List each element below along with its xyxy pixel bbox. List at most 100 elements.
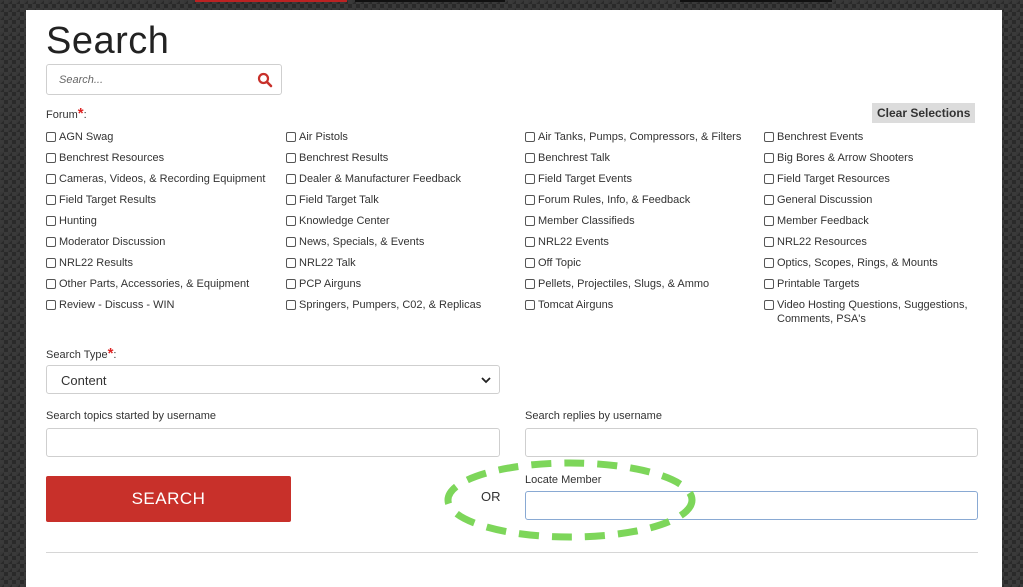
checkbox[interactable] (764, 132, 774, 142)
checkbox[interactable] (525, 174, 535, 184)
checkbox[interactable] (286, 174, 296, 184)
checkbox[interactable] (46, 195, 56, 205)
forum-option-label: NRL22 Resources (777, 236, 867, 248)
checkbox[interactable] (764, 153, 774, 163)
forum-option-label: Video Hosting Questions, Suggestions, Co… (777, 299, 968, 325)
search-icon[interactable] (257, 72, 273, 88)
forum-option-label: Member Feedback (777, 215, 869, 227)
forum-checkbox-item[interactable]: PCP Airguns (286, 277, 361, 291)
search-type-label-wrap: Search Type*: (46, 345, 117, 362)
forum-checkbox-item[interactable]: Member Feedback (764, 214, 974, 228)
forum-checkbox-item[interactable]: NRL22 Talk (286, 256, 356, 270)
or-separator: OR (481, 489, 501, 504)
checkbox[interactable] (286, 300, 296, 310)
forum-checkbox-item[interactable]: NRL22 Resources (764, 235, 974, 249)
forum-option-label: Springers, Pumpers, C02, & Replicas (299, 299, 482, 311)
replies-username-input[interactable] (525, 428, 978, 457)
forum-checkbox-item[interactable]: Hunting (46, 214, 97, 228)
forum-checkbox-item[interactable]: Cameras, Videos, & Recording Equipment (46, 172, 265, 186)
forum-checkbox-item[interactable]: Benchrest Talk (525, 151, 610, 165)
forum-checkbox-item[interactable]: Member Classifieds (525, 214, 635, 228)
forum-checkbox-item[interactable]: Benchrest Results (286, 151, 388, 165)
checkbox[interactable] (286, 237, 296, 247)
forum-checkbox-item[interactable]: NRL22 Results (46, 256, 133, 270)
forum-checkbox-item[interactable]: NRL22 Events (525, 235, 609, 249)
checkbox[interactable] (525, 300, 535, 310)
forum-option-label: General Discussion (777, 194, 873, 206)
checkbox[interactable] (286, 153, 296, 163)
forum-label-wrap: Forum*: (46, 105, 87, 122)
divider (46, 552, 978, 553)
checkbox[interactable] (764, 258, 774, 268)
forum-checkbox-item[interactable]: Benchrest Events (764, 130, 974, 144)
forum-checkbox-item[interactable]: Optics, Scopes, Rings, & Mounts (764, 256, 974, 270)
checkbox[interactable] (764, 216, 774, 226)
forum-checkbox-item[interactable]: News, Specials, & Events (286, 235, 424, 249)
topics-username-input[interactable] (46, 428, 500, 457)
checkbox[interactable] (525, 258, 535, 268)
forum-checkbox-item[interactable]: Field Target Resources (764, 172, 974, 186)
checkbox[interactable] (525, 195, 535, 205)
search-type-label: Search Type (46, 349, 108, 361)
forum-checkbox-item[interactable]: General Discussion (764, 193, 974, 207)
chevron-down-icon (481, 377, 491, 384)
checkbox[interactable] (46, 237, 56, 247)
checkbox[interactable] (525, 237, 535, 247)
search-input[interactable] (57, 71, 247, 89)
forum-checkbox-item[interactable]: Springers, Pumpers, C02, & Replicas (286, 298, 481, 312)
checkbox[interactable] (46, 279, 56, 289)
checkbox[interactable] (525, 153, 535, 163)
checkbox[interactable] (286, 195, 296, 205)
forum-checkbox-item[interactable]: Field Target Results (46, 193, 156, 207)
checkbox[interactable] (525, 279, 535, 289)
search-button[interactable]: SEARCH (46, 476, 291, 522)
search-type-select[interactable]: Content (46, 365, 500, 394)
checkbox[interactable] (525, 132, 535, 142)
forum-checkbox-item[interactable]: Field Target Talk (286, 193, 379, 207)
checkbox[interactable] (764, 279, 774, 289)
forum-checkbox-item[interactable]: Other Parts, Accessories, & Equipment (46, 277, 249, 291)
forum-checkbox-item[interactable]: Pellets, Projectiles, Slugs, & Ammo (525, 277, 709, 291)
checkbox[interactable] (286, 279, 296, 289)
forum-option-label: Optics, Scopes, Rings, & Mounts (777, 257, 938, 269)
top-nav-fragment (680, 0, 832, 2)
locate-member-input[interactable] (525, 491, 978, 520)
checkbox[interactable] (764, 237, 774, 247)
checkbox[interactable] (764, 195, 774, 205)
checkbox[interactable] (46, 258, 56, 268)
search-type-value: Content (61, 373, 107, 388)
forum-checkbox-item[interactable]: Off Topic (525, 256, 581, 270)
forum-checkbox-item[interactable]: Moderator Discussion (46, 235, 165, 249)
forum-checkbox-item[interactable]: Air Pistols (286, 130, 348, 144)
checkbox[interactable] (286, 258, 296, 268)
checkbox[interactable] (46, 300, 56, 310)
forum-checkbox-item[interactable]: Big Bores & Arrow Shooters (764, 151, 974, 165)
forum-option-label: News, Specials, & Events (299, 236, 425, 248)
forum-checkbox-item[interactable]: Benchrest Resources (46, 151, 164, 165)
checkbox[interactable] (764, 300, 774, 310)
forum-option-label: Forum Rules, Info, & Feedback (538, 194, 691, 206)
forum-checkbox-item[interactable]: Field Target Events (525, 172, 632, 186)
checkbox[interactable] (764, 174, 774, 184)
forum-checkbox-item[interactable]: Air Tanks, Pumps, Compressors, & Filters (525, 130, 741, 144)
forum-checkbox-item[interactable]: Forum Rules, Info, & Feedback (525, 193, 690, 207)
forum-checkbox-item[interactable]: Review - Discuss - WIN (46, 298, 175, 312)
forum-option-label: Air Tanks, Pumps, Compressors, & Filters (538, 131, 742, 143)
forum-checkbox-item[interactable]: Printable Targets (764, 277, 974, 291)
forum-checkbox-item[interactable]: Video Hosting Questions, Suggestions, Co… (764, 298, 974, 326)
forum-option-label: Field Target Results (59, 194, 157, 206)
search-box (46, 64, 282, 95)
checkbox[interactable] (46, 174, 56, 184)
checkbox[interactable] (286, 216, 296, 226)
forum-checkbox-item[interactable]: Knowledge Center (286, 214, 390, 228)
checkbox[interactable] (286, 132, 296, 142)
clear-selections-button[interactable]: Clear Selections (872, 103, 976, 123)
checkbox[interactable] (46, 132, 56, 142)
forum-checkbox-item[interactable]: AGN Swag (46, 130, 113, 144)
forum-checkbox-item[interactable]: Dealer & Manufacturer Feedback (286, 172, 461, 186)
checkbox[interactable] (525, 216, 535, 226)
forum-option-label: NRL22 Events (538, 236, 609, 248)
forum-checkbox-item[interactable]: Tomcat Airguns (525, 298, 613, 312)
checkbox[interactable] (46, 216, 56, 226)
checkbox[interactable] (46, 153, 56, 163)
